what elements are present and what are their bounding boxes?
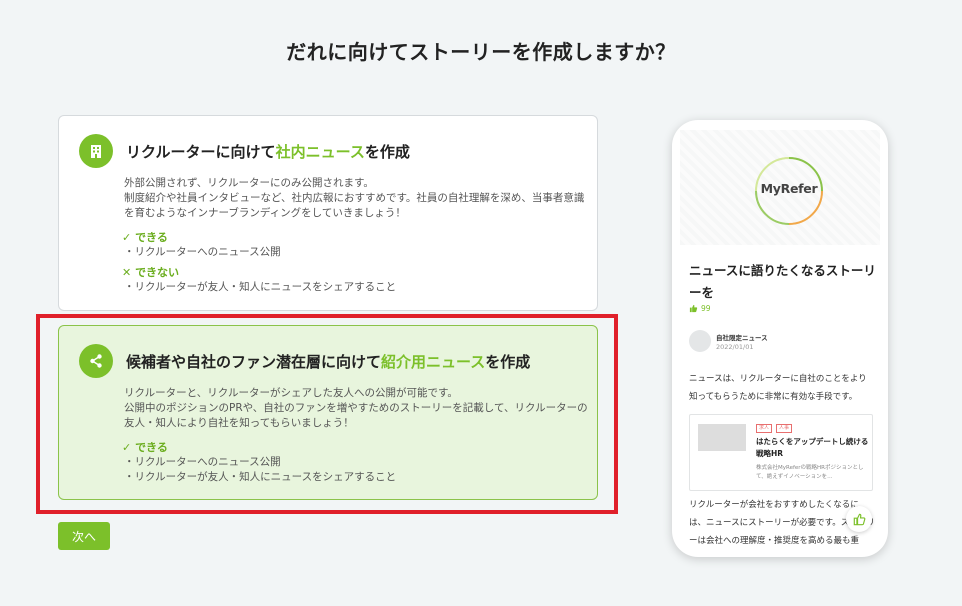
myrefer-logo: MyRefer (750, 152, 828, 230)
can-label: ✓ できる (122, 231, 168, 244)
can-item: ・リクルーターへのニュース公開 (124, 246, 281, 258)
author-label: 自社限定ニュース (716, 334, 768, 342)
option-referral-description: リクルーターと、リクルーターがシェアした友人への公開が可能です。 公開中のポジシ… (124, 387, 588, 429)
post-date: 2022/01/01 (716, 343, 754, 351)
can-item: ・リクルーターへのニュース公開 (124, 456, 281, 468)
option-referral-news[interactable]: 候補者や自社のファン潜在層に向けて紹介用ニュースを作成 リクルーターと、リクルー… (58, 325, 598, 500)
job-description: 株式会社MyReferの戦略HRポジションとして、絶えずイノベーションを… (756, 465, 864, 480)
option-internal-header: リクルーターに向けて社内ニュースを作成 (79, 134, 577, 168)
option-referral-header: 候補者や自社のファン潜在層に向けて紹介用ニュースを作成 (79, 344, 577, 378)
option-referral-title: 候補者や自社のファン潜在層に向けて紹介用ニュースを作成 (126, 352, 531, 371)
share-icon (79, 344, 113, 378)
option-internal-title: リクルーターに向けて社内ニュースを作成 (126, 142, 410, 161)
check-icon: ✓ (122, 231, 132, 244)
preview-title: ニュースに語りたくなるストーリーを (689, 263, 876, 300)
cannot-item: ・リクルーターが友人・知人にニュースをシェアすること (124, 281, 397, 293)
page-title: だれに向けてストーリーを作成しますか？ (286, 40, 676, 64)
option-internal-news[interactable]: リクルーターに向けて社内ニュースを作成 外部公開されず、リクルーターにのみ公開さ… (58, 115, 598, 311)
cross-icon: ✕ (122, 266, 132, 279)
avatar (689, 330, 711, 352)
building-icon (79, 134, 113, 168)
cannot-label: ✕ できない (122, 266, 180, 279)
can-label: ✓ できる (122, 441, 168, 454)
check-icon: ✓ (122, 441, 132, 454)
phone-preview: MyRefer ニュースに語りたくなるストーリーを 99 自社限定ニュース 20… (672, 120, 888, 557)
thumbs-up-icon (853, 513, 865, 525)
job-title: はたらくをアップデートし続ける戦略HR (756, 437, 869, 458)
embedded-job-card: 求人 人事 はたらくをアップデートし続ける戦略HR 株式会社MyReferの戦略… (689, 414, 873, 491)
thumbs-up-icon (689, 304, 698, 313)
like-button (846, 506, 872, 532)
option-internal-description: 外部公開されず、リクルーターにのみ公開されます。 制度紹介や社員インタビューなど… (124, 177, 585, 219)
next-button[interactable]: 次へ (58, 522, 110, 550)
job-tag: 求人 (756, 424, 773, 433)
can-item: ・リクルーターが友人・知人にニュースをシェアすること (124, 471, 397, 483)
hero-image: MyRefer (680, 130, 880, 245)
job-tag: 人事 (776, 424, 793, 433)
preview-body: ニュースは、リクルーターに自社のことをより知ってもらうために非常に有効な手段です… (689, 374, 867, 402)
job-thumbnail (698, 424, 746, 451)
like-count: 99 (689, 304, 711, 313)
